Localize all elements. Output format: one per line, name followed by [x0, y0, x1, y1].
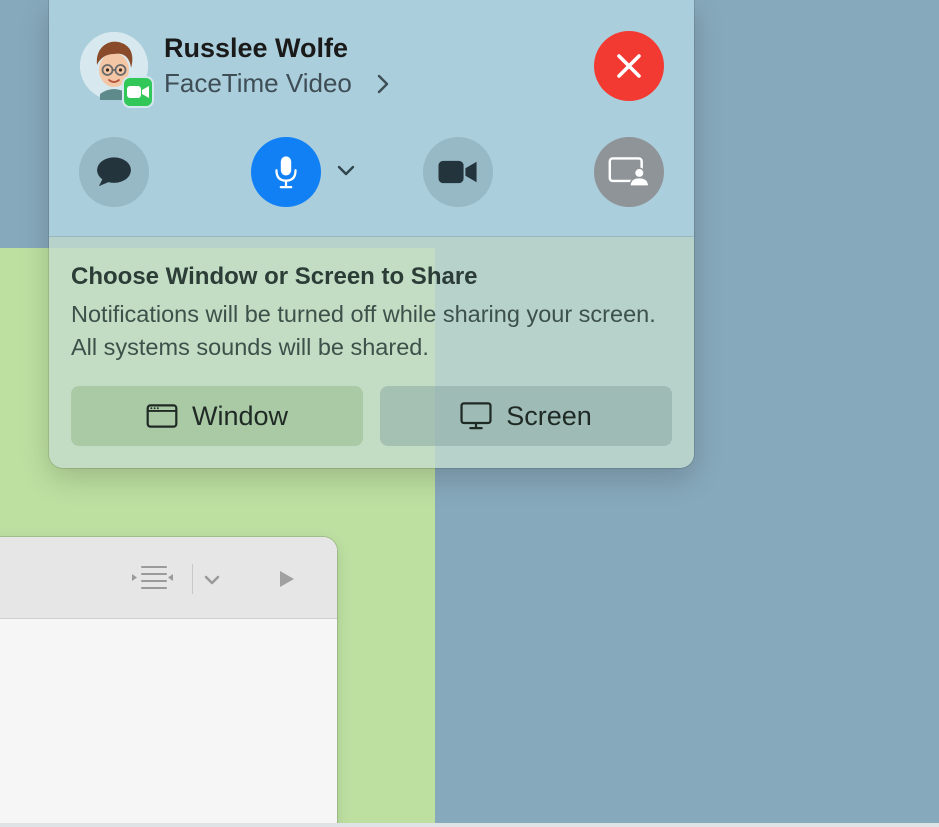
share-description: Notifications will be turned off while s… [71, 301, 656, 360]
share-screen-button[interactable]: Screen [380, 386, 672, 446]
microphone-button[interactable] [251, 137, 321, 207]
window-toolbar [0, 537, 337, 619]
video-camera-icon [438, 160, 477, 184]
microphone-icon [275, 156, 297, 189]
chevron-down-icon[interactable] [202, 570, 222, 590]
messages-button[interactable] [79, 137, 149, 207]
facetime-call-panel: Russlee Wolfe FaceTime Video Choose Wind… [49, 0, 694, 468]
share-title: Choose Window or Screen to Share [71, 263, 478, 290]
chevron-right-icon[interactable] [376, 73, 390, 95]
window-icon [146, 404, 178, 428]
share-window-label: Window [191, 400, 289, 431]
screen-share-icon [608, 157, 650, 187]
screen-bottom-edge [0, 823, 939, 827]
share-screen-label: Screen [506, 400, 592, 431]
background-document-window [0, 537, 337, 827]
share-window-button[interactable]: Window [71, 386, 363, 446]
camera-button[interactable] [423, 137, 493, 207]
list-indent-icon[interactable] [130, 564, 174, 594]
end-call-button[interactable] [594, 31, 664, 101]
toolbar-separator [192, 564, 193, 594]
screen-share-button[interactable] [594, 137, 664, 207]
close-icon [617, 54, 641, 78]
play-icon[interactable] [278, 569, 296, 589]
call-type-link[interactable]: FaceTime Video [164, 68, 352, 99]
display-icon [460, 402, 492, 430]
facetime-app-icon [122, 76, 154, 108]
chevron-down-icon[interactable] [335, 162, 357, 180]
caller-name: Russlee Wolfe [164, 33, 349, 63]
message-bubble-icon [97, 157, 131, 187]
